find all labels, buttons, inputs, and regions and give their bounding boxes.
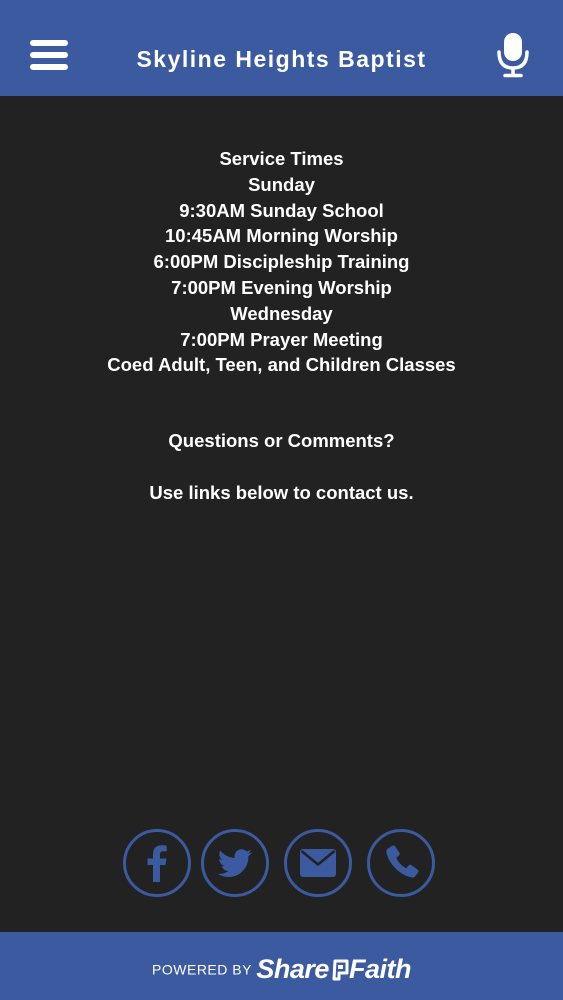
contact-links (0, 829, 563, 897)
app-header: Skyline Heights Baptist (0, 0, 563, 96)
app-title: Skyline Heights Baptist (136, 46, 427, 72)
contact-instruction: Use links below to contact us. (149, 481, 414, 503)
service-info: Service Times Sunday 9:30AM Sunday Schoo… (0, 146, 563, 506)
phone-button[interactable] (367, 829, 435, 897)
menu-line (30, 52, 68, 58)
sunday-time: 10:45AM Morning Worship (165, 225, 398, 247)
questions-text: Questions or Comments? (168, 430, 395, 452)
sunday-time: 6:00PM Discipleship Training (153, 251, 410, 273)
wednesday-label: Wednesday (230, 302, 333, 324)
footer-bar: POWERED BY Share Faith (0, 932, 563, 1000)
menu-line (30, 64, 68, 70)
facebook-button[interactable] (123, 829, 191, 897)
powered-by-label: POWERED BY (152, 961, 252, 978)
microphone-icon[interactable] (496, 32, 530, 78)
hamburger-menu-icon[interactable] (30, 40, 70, 74)
powered-by-sharefaith[interactable]: POWERED BY Share Faith (0, 954, 563, 985)
sunday-time: 7:00PM Evening Worship (171, 276, 392, 298)
facebook-icon (147, 845, 167, 882)
email-icon (300, 849, 336, 877)
wednesday-time: 7:00PM Prayer Meeting (180, 328, 383, 350)
sharefaith-logo-icon (332, 959, 349, 980)
phone-icon (386, 845, 419, 878)
brand-name-part1: Share (256, 954, 329, 984)
email-button[interactable] (284, 829, 352, 897)
service-times-heading: Service Times (219, 148, 344, 169)
classes-text: Coed Adult, Teen, and Children Classes (107, 354, 456, 376)
twitter-icon (217, 849, 252, 877)
menu-line (30, 40, 68, 46)
sunday-time: 9:30AM Sunday School (179, 199, 384, 221)
twitter-button[interactable] (201, 829, 269, 897)
sunday-label: Sunday (248, 173, 315, 195)
brand-name-part2: Faith (348, 954, 412, 984)
